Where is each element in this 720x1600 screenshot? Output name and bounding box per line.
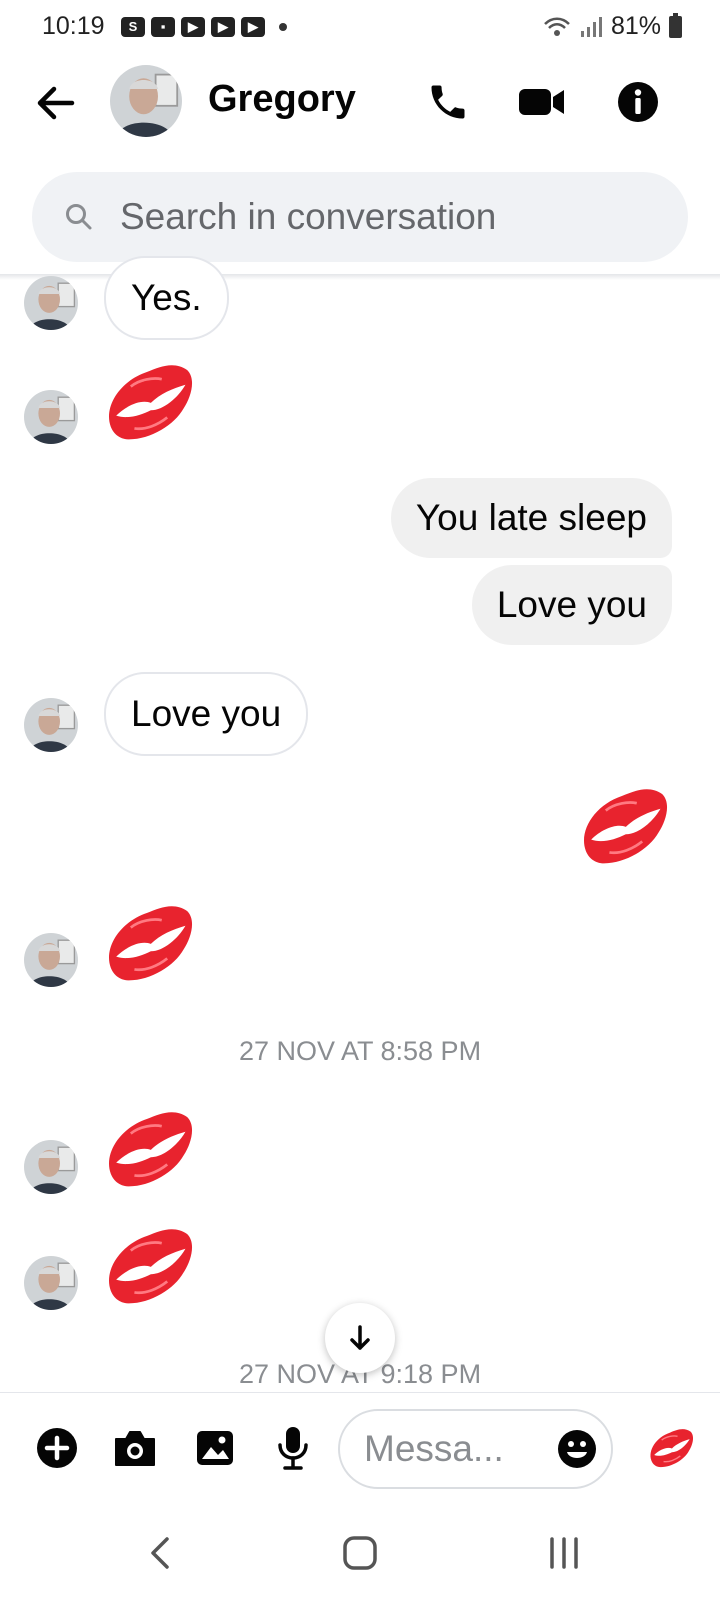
avatar (24, 933, 78, 987)
kiss-mark-icon (646, 1427, 696, 1469)
gallery-icon (197, 1431, 233, 1465)
youtube-icon: ▶ (211, 17, 235, 37)
battery-percent: 81% (610, 12, 661, 40)
status-time: 10:19 (42, 12, 105, 40)
send-reaction-button[interactable] (640, 1423, 702, 1473)
system-back-button[interactable] (130, 1528, 190, 1578)
system-recents-button[interactable] (534, 1528, 594, 1578)
avatar (110, 65, 182, 137)
sender-avatar[interactable] (24, 390, 78, 444)
microphone-icon (278, 1427, 308, 1470)
back-button[interactable] (30, 77, 82, 129)
voice-call-button[interactable] (420, 74, 476, 130)
home-icon (343, 1536, 377, 1570)
wifi-icon (544, 17, 570, 36)
kiss-mark-emoji[interactable] (103, 361, 195, 443)
more-notifications-dot (279, 23, 287, 31)
back-icon (151, 1537, 169, 1569)
search-icon (66, 204, 92, 230)
plus-icon (37, 1428, 77, 1468)
voice-message-button[interactable] (268, 1423, 318, 1473)
notification-icons: S ▪ ▶ ▶ ▶ (121, 15, 287, 39)
incoming-message-bubble[interactable]: Yes. (104, 256, 229, 340)
system-navigation-bar (0, 1504, 720, 1600)
arrow-down-icon (350, 1325, 370, 1350)
camera-button[interactable] (110, 1423, 160, 1473)
video-camera-icon (519, 89, 564, 115)
battery-icon (669, 12, 682, 38)
gallery-button[interactable] (190, 1423, 240, 1473)
sender-avatar[interactable] (24, 933, 78, 987)
search-bar[interactable] (32, 172, 688, 262)
message-composer (0, 1392, 720, 1504)
kiss-mark-emoji[interactable] (103, 902, 195, 984)
sender-avatar[interactable] (24, 1140, 78, 1194)
system-home-button[interactable] (330, 1528, 390, 1578)
youtube-icon: ▶ (181, 17, 205, 37)
outgoing-message-bubble[interactable]: Love you (471, 565, 672, 645)
scroll-to-bottom-button[interactable] (325, 1303, 395, 1373)
avatar (24, 698, 78, 752)
folder-icon: ▪ (151, 17, 175, 37)
shop-icon: S (121, 17, 145, 37)
kiss-mark-emoji[interactable] (103, 1108, 195, 1190)
avatar (24, 1140, 78, 1194)
camera-icon (115, 1431, 155, 1466)
contact-avatar[interactable] (110, 65, 182, 137)
more-actions-button[interactable] (32, 1423, 82, 1473)
recents-icon (550, 1537, 578, 1569)
emoji-icon[interactable] (557, 1429, 597, 1469)
phone-icon (431, 85, 465, 119)
signal-icon (580, 16, 602, 37)
kiss-mark-emoji[interactable] (103, 1225, 195, 1307)
incoming-message-bubble[interactable]: Love you (104, 672, 309, 756)
kiss-mark-emoji[interactable] (578, 785, 670, 867)
youtube-icon: ▶ (241, 17, 265, 37)
message-field[interactable] (338, 1409, 613, 1489)
video-call-button[interactable] (514, 74, 570, 130)
status-bar: 10:19 S ▪ ▶ ▶ ▶ 81% (0, 0, 720, 52)
conversation-header: Gregory (0, 52, 720, 152)
message-input[interactable] (364, 1411, 544, 1487)
info-icon (618, 82, 658, 122)
sender-avatar[interactable] (24, 276, 78, 330)
contact-name[interactable]: Gregory (208, 78, 356, 121)
sender-avatar[interactable] (24, 1256, 78, 1310)
message-timestamp: 27 NOV AT 8:58 PM (238, 1036, 482, 1066)
status-right: 81% (543, 12, 682, 41)
sender-avatar[interactable] (24, 698, 78, 752)
avatar (24, 390, 78, 444)
search-input[interactable] (120, 172, 660, 262)
avatar (24, 1256, 78, 1310)
info-button[interactable] (610, 74, 666, 130)
outgoing-message-bubble[interactable]: You late sleep (390, 478, 672, 558)
avatar (24, 276, 78, 330)
back-arrow-icon (37, 86, 75, 120)
